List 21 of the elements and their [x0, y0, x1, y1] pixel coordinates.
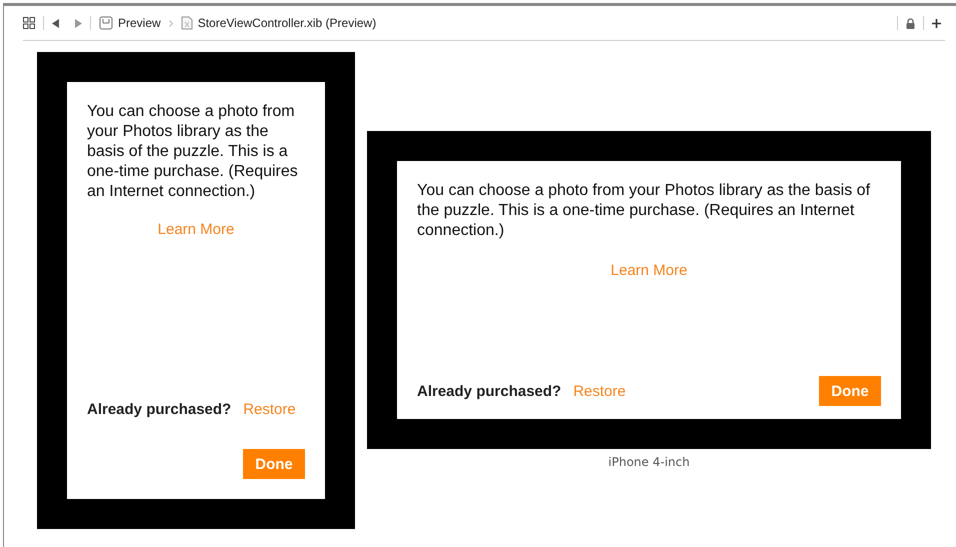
- done-button[interactable]: Done: [819, 376, 881, 406]
- learn-more-link[interactable]: Learn More: [610, 262, 688, 279]
- chevron-icon: [168, 20, 173, 26]
- back-icon[interactable]: [52, 18, 60, 28]
- grid-icon[interactable]: [23, 17, 35, 29]
- message-text: You can choose a photo from your Photos library as the basis of the puzzle. This is a one-time purchase. (Requires an Internet connection.): [417, 181, 872, 241]
- already-purchased-label: Already purchased?: [417, 382, 562, 400]
- document-icon: [180, 16, 193, 30]
- learn-more-link[interactable]: Learn More: [158, 221, 234, 238]
- device-caption: iPhone 4-inch: [608, 455, 690, 469]
- restore-link[interactable]: Restore: [573, 382, 626, 400]
- restore-link[interactable]: Restore: [243, 401, 296, 418]
- plus-icon[interactable]: [932, 18, 941, 28]
- breadcrumb-item[interactable]: Preview: [99, 16, 161, 30]
- lock-icon[interactable]: [906, 18, 915, 28]
- app-icon: [99, 16, 113, 30]
- forward-icon[interactable]: [74, 18, 82, 28]
- message-text: You can choose a photo from your Photos library as the basis of the puzzle. This is a one-time purchase. (Requires an Internet connection.): [87, 102, 299, 202]
- breadcrumb-item[interactable]: StoreViewController.xib (Preview): [180, 16, 376, 30]
- already-purchased-label: Already purchased?: [87, 401, 232, 418]
- done-button[interactable]: Done: [243, 449, 305, 479]
